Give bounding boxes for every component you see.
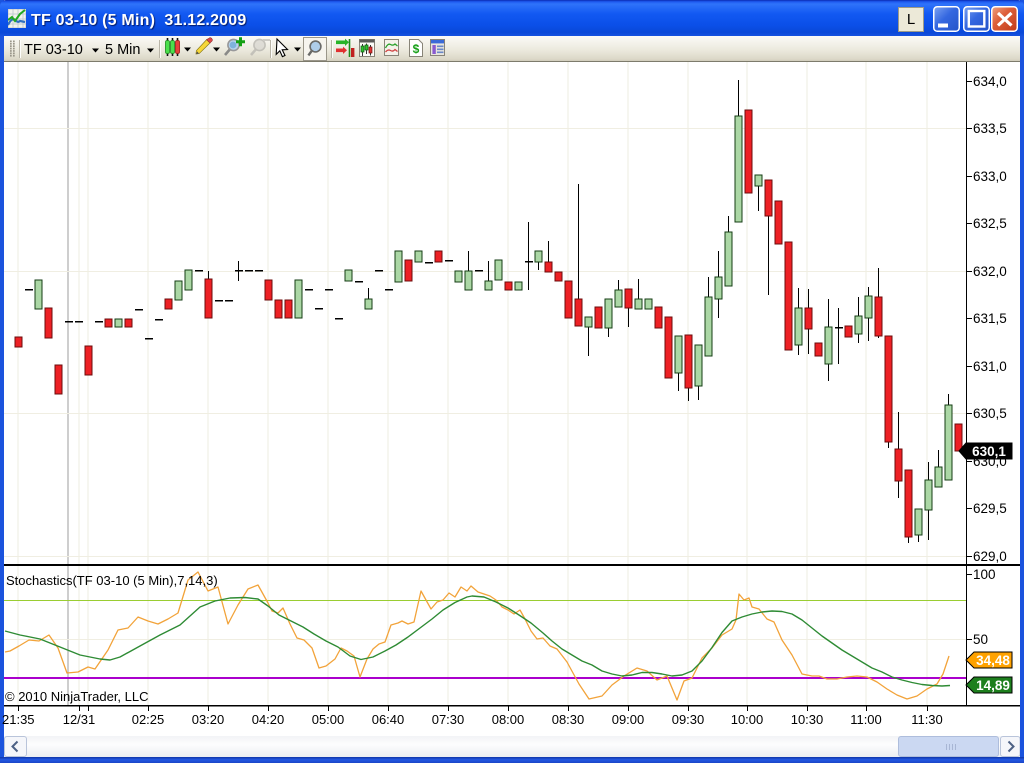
svg-text:08:30: 08:30 [552,712,585,727]
svg-text:05:00: 05:00 [312,712,345,727]
svg-text:632,5: 632,5 [973,216,1007,231]
svg-text:12/31: 12/31 [63,712,96,727]
svg-text:100: 100 [973,567,996,582]
svg-text:629,0: 629,0 [973,549,1007,564]
svg-text:50: 50 [973,632,988,647]
svg-text:629,5: 629,5 [973,501,1007,516]
svg-text:09:00: 09:00 [612,712,645,727]
svg-text:630,1: 630,1 [972,444,1006,459]
svg-text:© 2010 NinjaTrader, LLC: © 2010 NinjaTrader, LLC [5,689,149,704]
svg-text:06:40: 06:40 [372,712,405,727]
svg-text:02:25: 02:25 [132,712,165,727]
svg-text:632,0: 632,0 [973,264,1007,279]
svg-text:07:30: 07:30 [432,712,465,727]
svg-text:630,5: 630,5 [973,406,1007,421]
svg-text:Stochastics(TF 03-10 (5 Min),7: Stochastics(TF 03-10 (5 Min),7,14,3) [6,573,218,588]
svg-text:34,48: 34,48 [976,653,1010,668]
svg-text:14,89: 14,89 [976,678,1010,693]
svg-text:04:20: 04:20 [252,712,285,727]
svg-text:09:30: 09:30 [672,712,705,727]
svg-text:08:00: 08:00 [492,712,525,727]
svg-text:10:30: 10:30 [791,712,824,727]
svg-text:633,0: 633,0 [973,169,1007,184]
svg-text:631,0: 631,0 [973,359,1007,374]
svg-text:634,0: 634,0 [973,74,1007,89]
svg-text:21:35: 21:35 [2,712,35,727]
svg-text:03:20: 03:20 [192,712,225,727]
svg-text:10:00: 10:00 [731,712,764,727]
svg-text:11:00: 11:00 [850,712,882,727]
svg-text:11:30: 11:30 [911,712,943,727]
svg-text:633,5: 633,5 [973,121,1007,136]
svg-text:631,5: 631,5 [973,311,1007,326]
